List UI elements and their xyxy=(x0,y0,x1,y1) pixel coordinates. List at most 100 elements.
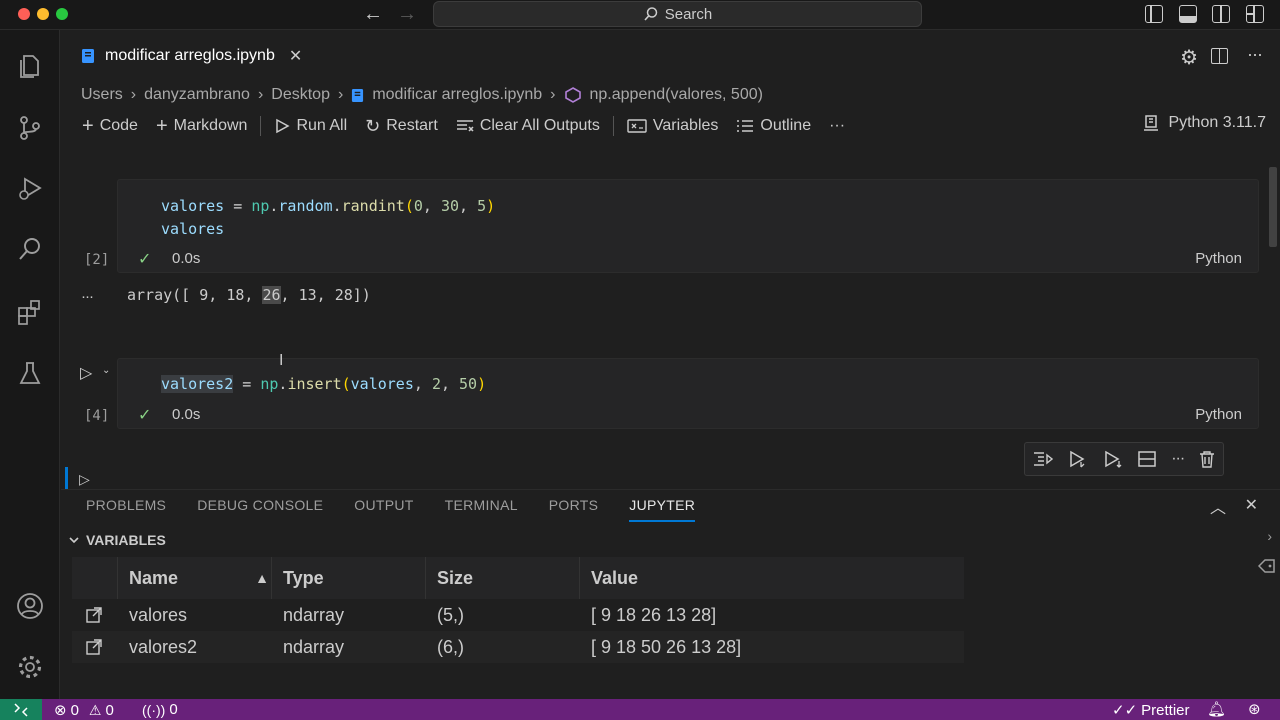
add-code-cell-button[interactable]: + Code xyxy=(73,115,147,138)
tag-icon[interactable] xyxy=(1258,558,1276,574)
activity-bar xyxy=(0,30,60,699)
command-center-search[interactable]: Search xyxy=(433,1,922,27)
variables-section-header[interactable]: VARIABLES xyxy=(61,528,1280,552)
column-header-name[interactable]: Name ▲ xyxy=(129,557,269,599)
warning-count: 0 xyxy=(105,701,114,719)
tab-debug-console[interactable]: DEBUG CONSOLE xyxy=(197,490,323,522)
ports-status[interactable]: ((·)) 0 xyxy=(142,701,178,718)
delete-cell-trash-icon[interactable] xyxy=(1199,450,1215,468)
clear-all-icon xyxy=(456,120,474,132)
breadcrumb-chevron-icon: › xyxy=(257,86,264,103)
restart-button[interactable]: ↻ Restart xyxy=(356,116,447,137)
cell-language[interactable]: Python xyxy=(1195,250,1242,267)
source-control-icon[interactable] xyxy=(14,112,46,144)
split-editor-icon[interactable] xyxy=(1211,48,1228,64)
cell-source[interactable]: valores2 = np.insert(valores, 2, 50) xyxy=(161,373,486,396)
remote-indicator-icon[interactable] xyxy=(0,699,42,720)
breadcrumb-file[interactable]: modificar arreglos.ipynb xyxy=(372,86,542,104)
breadcrumb-users[interactable]: Users xyxy=(81,86,123,104)
breadcrumb-danyzambrano[interactable]: danyzambrano xyxy=(144,86,250,104)
variable-value: [ 9 18 50 26 13 28] xyxy=(591,636,742,657)
extensions-icon[interactable] xyxy=(14,296,46,328)
breadcrumb-desktop[interactable]: Desktop xyxy=(271,86,330,104)
chevron-down-icon xyxy=(69,537,79,544)
error-count: 0 xyxy=(70,701,79,719)
double-check-icon: ✓✓ xyxy=(1112,702,1138,719)
variables-button[interactable]: Variables xyxy=(618,117,728,135)
search-view-icon[interactable] xyxy=(14,233,46,265)
execution-duration: 0.0s xyxy=(172,406,201,423)
customize-layout-icon[interactable] xyxy=(1246,5,1264,23)
warning-icon: ⚠ xyxy=(88,701,102,718)
tab-output[interactable]: OUTPUT xyxy=(354,490,413,522)
split-cell-icon[interactable] xyxy=(1138,451,1156,467)
show-data-viewer-icon[interactable] xyxy=(86,599,102,631)
more-toolbar-icon: ··· xyxy=(829,117,846,134)
notifications-bell-icon[interactable]: 🔔︎ xyxy=(1207,700,1226,718)
close-tab-icon[interactable]: ✕ xyxy=(289,46,302,66)
chevron-right-icon[interactable]: › xyxy=(1267,528,1272,544)
column-header-value[interactable]: Value xyxy=(591,557,638,599)
problems-status[interactable]: ⊗ 0 ⚠ 0 xyxy=(54,701,114,720)
forward-arrow-icon[interactable]: → xyxy=(397,3,417,26)
column-header-type[interactable]: Type xyxy=(283,557,324,599)
tab-jupyter[interactable]: JUPYTER xyxy=(629,490,696,522)
sort-ascending-icon[interactable]: ▲ xyxy=(255,570,269,586)
run-all-button[interactable]: Run All xyxy=(265,117,356,135)
more-toolbar-actions-button[interactable]: ··· xyxy=(820,117,854,135)
ports-count: 0 xyxy=(169,701,178,718)
maximize-panel-chevron-up-icon[interactable]: ︿ xyxy=(1210,494,1226,518)
testing-flask-icon[interactable] xyxy=(14,357,46,389)
maximize-window-button[interactable] xyxy=(56,8,68,20)
execute-below-icon[interactable] xyxy=(1103,450,1123,468)
table-row[interactable]: valores2 ndarray (6,) [ 9 18 50 26 13 28… xyxy=(72,631,964,663)
show-data-viewer-icon[interactable] xyxy=(86,631,102,663)
tab-ports[interactable]: PORTS xyxy=(549,490,598,522)
kernel-picker[interactable]: Python 3.11.7 xyxy=(1142,114,1266,132)
run-debug-icon[interactable] xyxy=(14,172,46,204)
panel-tabs: PROBLEMS DEBUG CONSOLE OUTPUT TERMINAL P… xyxy=(86,490,696,522)
breadcrumb-symbol[interactable]: np.append(valores, 500) xyxy=(590,86,763,104)
more-actions-icon[interactable]: ··· xyxy=(1247,44,1263,65)
prettier-status[interactable]: ✓✓ Prettier xyxy=(1112,701,1190,720)
account-icon[interactable] xyxy=(14,590,46,622)
back-arrow-icon[interactable]: ← xyxy=(363,3,383,26)
tab-problems[interactable]: PROBLEMS xyxy=(86,490,166,522)
variable-type: ndarray xyxy=(283,604,345,625)
accounts-icon[interactable]: ⊛ xyxy=(1248,700,1261,718)
run-cell-icon[interactable]: ▷ xyxy=(79,471,90,488)
close-panel-icon[interactable]: ✕ xyxy=(1245,495,1258,515)
minimize-window-button[interactable] xyxy=(37,8,49,20)
execution-duration: 0.0s xyxy=(172,250,201,267)
add-markdown-cell-button[interactable]: + Markdown xyxy=(147,115,257,138)
toggle-secondary-sidebar-icon[interactable] xyxy=(1212,5,1230,23)
explorer-icon[interactable] xyxy=(14,50,46,82)
more-cell-actions-icon[interactable]: ··· xyxy=(1171,450,1185,468)
outline-button[interactable]: Outline xyxy=(727,117,820,135)
notebook-file-icon xyxy=(82,49,94,63)
toggle-primary-sidebar-icon[interactable] xyxy=(1145,5,1163,23)
column-header-size[interactable]: Size xyxy=(437,557,473,599)
breadcrumb: Users › danyzambrano › Desktop › modific… xyxy=(81,83,763,107)
code-cell[interactable]: valores = np.random.randint(0, 30, 5) va… xyxy=(84,179,1259,273)
manage-gear-icon[interactable] xyxy=(14,651,46,683)
toolbar-divider xyxy=(260,116,262,136)
table-row[interactable]: valores ndarray (5,) [ 9 18 26 13 28] xyxy=(72,599,964,631)
output-more-icon[interactable]: ··· xyxy=(81,288,94,305)
execute-above-icon[interactable] xyxy=(1068,450,1088,468)
clear-all-outputs-button[interactable]: Clear All Outputs xyxy=(447,117,609,135)
close-window-button[interactable] xyxy=(18,8,30,20)
restart-label: Restart xyxy=(386,117,438,134)
breadcrumb-chevron-icon: › xyxy=(130,86,137,103)
code-cell[interactable]: ▷ ⌄ valores2 = np.insert(valores, 2, 50)… xyxy=(80,358,1259,429)
notebook-settings-gear-icon[interactable]: ⚙ xyxy=(1180,45,1198,70)
cell-source[interactable]: valores = np.random.randint(0, 30, 5) va… xyxy=(161,195,495,241)
tab-terminal[interactable]: TERMINAL xyxy=(445,490,518,522)
editor-scrollbar[interactable] xyxy=(1269,167,1277,247)
run-cell-icon[interactable]: ▷ xyxy=(80,363,92,383)
run-by-line-icon[interactable] xyxy=(1033,451,1053,467)
cell-language[interactable]: Python xyxy=(1195,406,1242,423)
chevron-down-icon[interactable]: ⌄ xyxy=(102,365,110,376)
toggle-panel-icon[interactable] xyxy=(1179,5,1197,23)
tab-modificar-arreglos[interactable]: modificar arreglos.ipynb ✕ xyxy=(61,30,323,80)
